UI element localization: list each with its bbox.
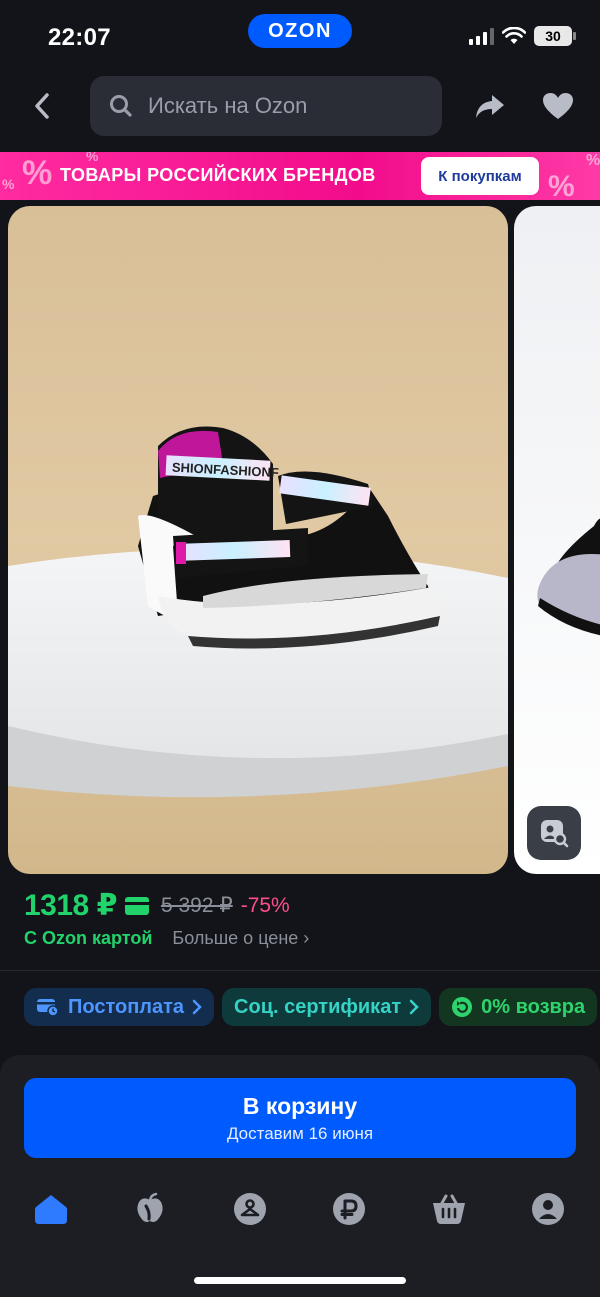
search-icon [110, 95, 132, 117]
back-button[interactable] [24, 88, 60, 124]
price-row: 1318 ₽ 5 392 ₽ -75% [24, 888, 290, 923]
search-placeholder: Искать на Ozon [148, 93, 308, 118]
percent-decoration: % [2, 176, 15, 192]
tab-cart[interactable] [424, 1186, 474, 1232]
tab-profile[interactable] [523, 1186, 573, 1232]
finance-icon [333, 1193, 365, 1225]
add-to-cart-button[interactable]: В корзину Доставим 16 июня [24, 1078, 576, 1158]
percent-decoration: % [548, 170, 575, 200]
divider [0, 970, 600, 971]
status-bar: 22:07 OZON 30 [0, 0, 600, 70]
share-icon [476, 95, 504, 118]
percent-decoration: % [586, 152, 600, 169]
ozon-card-icon [124, 896, 149, 915]
promo-banner[interactable]: % % % % % ТОВАРЫ РОССИЙСКИХ БРЕНДОВ К по… [0, 152, 600, 200]
return-icon [452, 997, 473, 1017]
percent-decoration: % [22, 154, 53, 192]
cart-button-title: В корзину [242, 1092, 358, 1119]
visual-search-button[interactable] [527, 806, 581, 860]
sandals-image: SHIONFASHIONF [8, 426, 508, 798]
wifi-icon [502, 27, 526, 44]
favorite-button[interactable] [538, 88, 578, 124]
chip-postpay-label: Постоплата [68, 995, 185, 1018]
promo-text: ТОВАРЫ РОССИЙСКИХ БРЕНДОВ [60, 165, 376, 185]
heart-icon [543, 93, 573, 119]
battery-icon: 30 [534, 26, 576, 46]
profile-icon [532, 1193, 564, 1225]
tab-bar [0, 1186, 600, 1236]
next-photo-image [537, 518, 600, 636]
tab-fresh[interactable] [125, 1186, 175, 1232]
fresh-icon [137, 1192, 163, 1222]
catalog-icon [234, 1193, 266, 1225]
chevron-left-icon [35, 93, 49, 119]
tab-catalog[interactable] [225, 1186, 275, 1232]
status-time: 22:07 [48, 24, 111, 51]
feature-chips: Постоплата Соц. сертификат 0% возвра [24, 988, 598, 1026]
chevron-right-icon [409, 999, 419, 1015]
product-gallery[interactable]: SHIONFASHIONF [0, 206, 600, 874]
chip-zero-label: 0% возвра [481, 995, 586, 1018]
price-subrow: С Ozon картой Больше о цене › [24, 928, 309, 949]
status-icons: 30 [469, 26, 576, 46]
chip-postpay[interactable]: Постоплата [24, 988, 215, 1026]
cart-button-subtitle: Доставим 16 июня [226, 1123, 374, 1143]
next-product-photo[interactable] [514, 206, 600, 874]
price-old: 5 392 ₽ [160, 894, 233, 917]
chip-zero-return[interactable]: 0% возвра [439, 988, 598, 1026]
discount-badge: -75% [240, 893, 290, 917]
cellular-signal-icon [469, 27, 494, 45]
top-nav: Искать на Ozon [0, 76, 600, 136]
share-button[interactable] [470, 88, 510, 124]
percent-decoration: % [86, 152, 99, 164]
home-indicator[interactable] [194, 1277, 406, 1284]
card-clock-icon [37, 999, 59, 1017]
ozon-logo[interactable]: OZON [248, 14, 352, 48]
chip-social-certificate[interactable]: Соц. сертификат [222, 988, 432, 1026]
product-photo[interactable]: SHIONFASHIONF [8, 206, 508, 874]
chevron-right-icon [192, 999, 202, 1015]
cart-icon [433, 1194, 465, 1224]
promo-shop-button[interactable]: К покупкам [421, 157, 539, 195]
search-input[interactable]: Искать на Ozon [90, 76, 442, 136]
tab-finance[interactable] [324, 1186, 374, 1232]
more-price-link[interactable]: Больше о цене › [172, 928, 309, 949]
chip-social-label: Соц. сертификат [234, 995, 402, 1018]
tab-home[interactable] [26, 1186, 76, 1232]
price-current: 1318 ₽ [24, 889, 117, 922]
ozon-card-label: С Ozon картой [24, 928, 153, 948]
home-icon [35, 1195, 67, 1224]
image-search-icon [541, 820, 569, 848]
